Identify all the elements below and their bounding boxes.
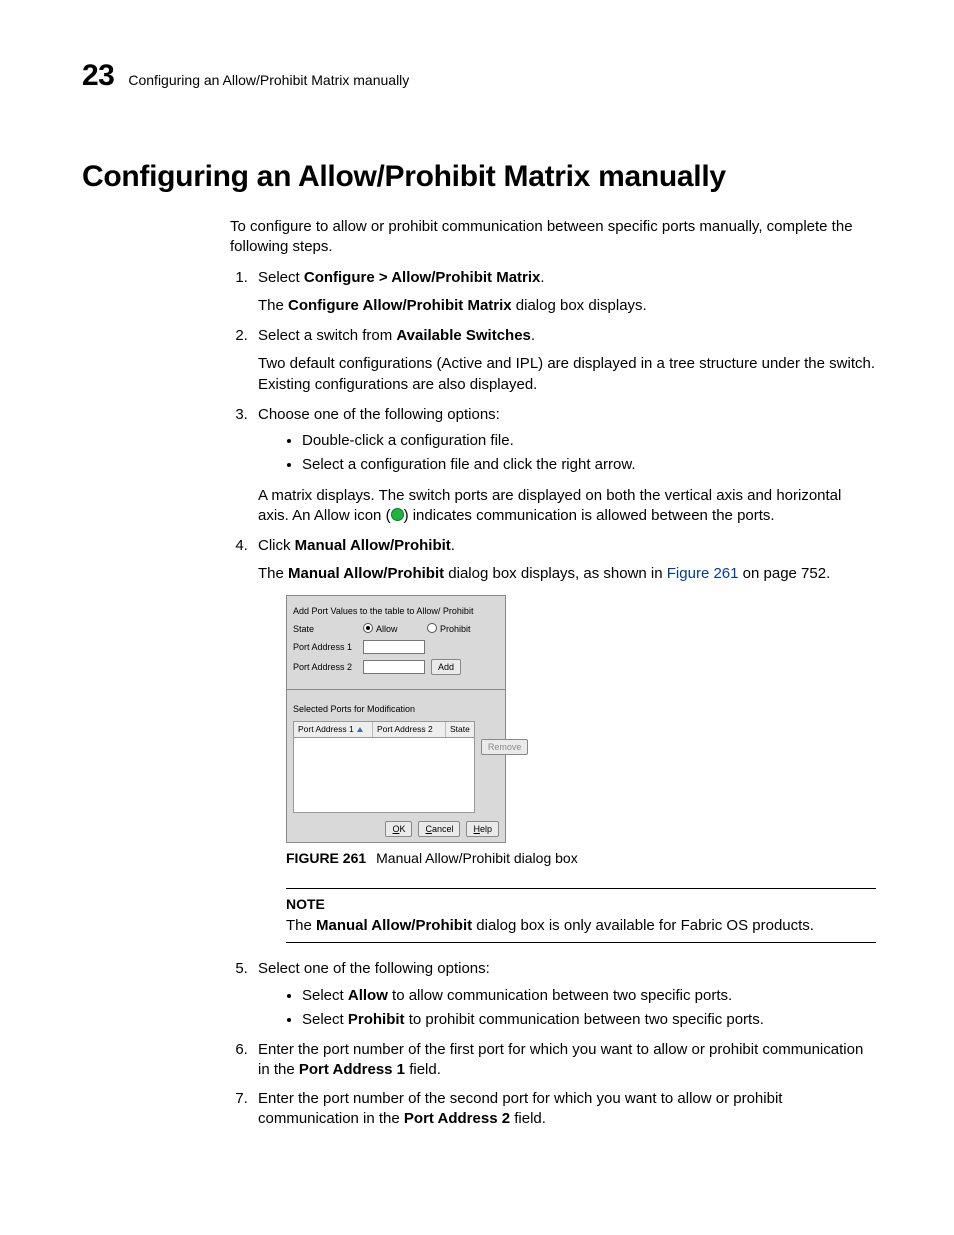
step-4: Click Manual Allow/Prohibit. The Manual … xyxy=(252,536,876,943)
intro-paragraph: To configure to allow or prohibit commun… xyxy=(230,217,876,258)
manual-allow-prohibit-dialog: Add Port Values to the table to Allow/ P… xyxy=(286,595,506,844)
step-3-text: Choose one of the following options: xyxy=(258,406,500,423)
help-button[interactable]: Help xyxy=(466,821,499,837)
dialog-header-text: Add Port Values to the table to Allow/ P… xyxy=(293,605,499,617)
table-body xyxy=(293,738,475,813)
step-6: Enter the port number of the first port … xyxy=(252,1040,876,1081)
remove-button[interactable]: Remove xyxy=(481,739,529,755)
allow-icon xyxy=(391,508,404,521)
running-title: Configuring an Allow/Prohibit Matrix man… xyxy=(128,71,409,90)
figure-caption-text: Manual Allow/Prohibit dialog box xyxy=(376,850,578,866)
step-1-sub: The Configure Allow/Prohibit Matrix dial… xyxy=(258,296,876,316)
note-body: The Manual Allow/Prohibit dialog box is … xyxy=(286,916,876,936)
step-3-bullet-2: Select a configuration file and click th… xyxy=(302,455,876,475)
note-block: NOTE The Manual Allow/Prohibit dialog bo… xyxy=(286,888,876,943)
running-header: 23 Configuring an Allow/Prohibit Matrix … xyxy=(82,56,876,97)
port-address-1-label: Port Address 1 xyxy=(293,641,363,653)
cancel-button[interactable]: Cancel xyxy=(418,821,460,837)
step-3-bullet-1: Double-click a configuration file. xyxy=(302,431,876,451)
state-label: State xyxy=(293,623,363,635)
port-address-1-input[interactable] xyxy=(363,640,425,654)
step-3-sub: A matrix displays. The switch ports are … xyxy=(258,486,876,527)
step-1-text: Select Configure > Allow/Prohibit Matrix… xyxy=(258,269,545,286)
table-header: Port Address 1 Port Address 2 State xyxy=(293,721,475,738)
step-2-sub: Two default configurations (Active and I… xyxy=(258,354,876,395)
port-address-2-input[interactable] xyxy=(363,660,425,674)
note-heading: NOTE xyxy=(286,895,876,914)
step-4-sub: The Manual Allow/Prohibit dialog box dis… xyxy=(258,564,876,584)
step-7: Enter the port number of the second port… xyxy=(252,1089,876,1130)
figure-label: FIGURE 261 xyxy=(286,850,366,866)
figure-caption: FIGURE 261 Manual Allow/Prohibit dialog b… xyxy=(286,849,876,868)
allow-radio[interactable]: Allow xyxy=(363,623,427,635)
sort-asc-icon xyxy=(357,727,363,732)
step-4-text: Click Manual Allow/Prohibit. xyxy=(258,537,455,554)
step-3: Choose one of the following options: Dou… xyxy=(252,405,876,526)
ok-button[interactable]: OK xyxy=(385,821,412,837)
prohibit-radio[interactable]: Prohibit xyxy=(427,623,471,635)
add-button[interactable]: Add xyxy=(431,659,461,675)
col-port1[interactable]: Port Address 1 xyxy=(298,724,354,735)
step-1: Select Configure > Allow/Prohibit Matrix… xyxy=(252,268,876,317)
step-5: Select one of the following options: Sel… xyxy=(252,959,876,1030)
selected-ports-label: Selected Ports for Modification xyxy=(293,703,499,715)
step-2: Select a switch from Available Switches.… xyxy=(252,326,876,395)
port-address-2-label: Port Address 2 xyxy=(293,661,363,673)
figure-link[interactable]: Figure 261 xyxy=(667,565,739,582)
page-title: Configuring an Allow/Prohibit Matrix man… xyxy=(82,157,876,198)
step-2-text: Select a switch from Available Switches. xyxy=(258,327,535,344)
col-port2[interactable]: Port Address 2 xyxy=(373,722,446,737)
step-5-bullet-1: Select Allow to allow communication betw… xyxy=(302,986,876,1006)
step-5-text: Select one of the following options: xyxy=(258,960,490,977)
col-state[interactable]: State xyxy=(446,722,474,737)
chapter-number: 23 xyxy=(82,56,114,97)
step-5-bullet-2: Select Prohibit to prohibit communicatio… xyxy=(302,1010,876,1030)
